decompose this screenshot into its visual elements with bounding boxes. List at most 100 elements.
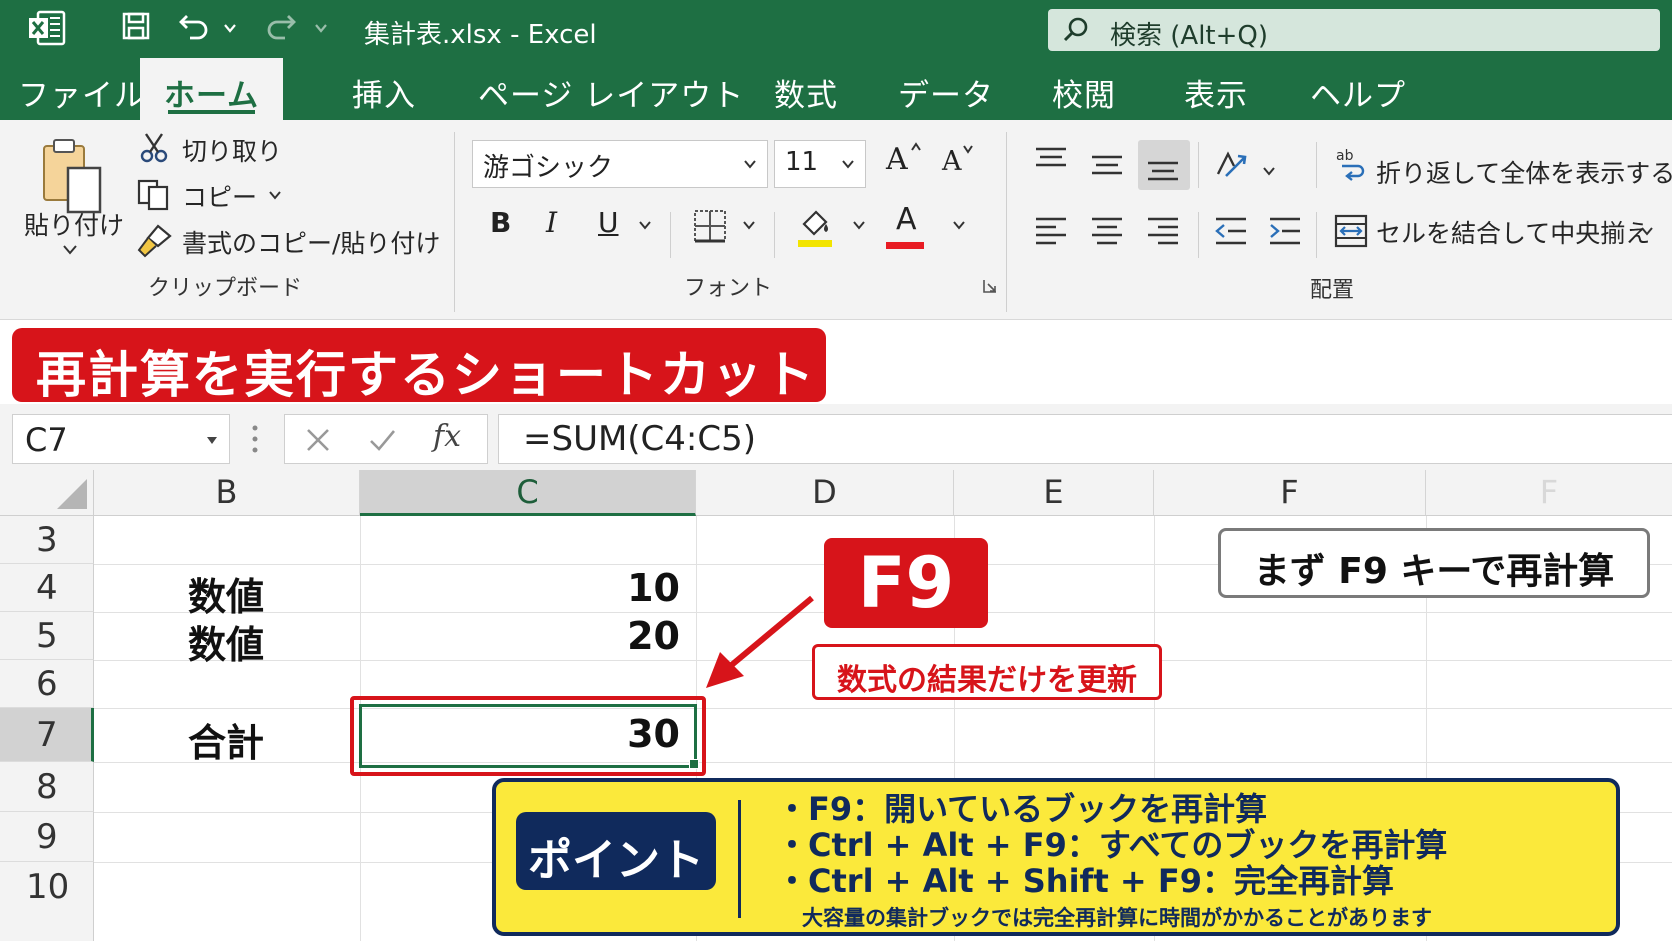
first-hint-text: まず F9 キーで再計算 xyxy=(1253,551,1615,592)
select-all-triangle xyxy=(57,479,87,509)
chevron-down-icon[interactable] xyxy=(852,220,866,230)
tab-view[interactable]: 表示 xyxy=(1184,70,1248,115)
chevron-down-icon[interactable] xyxy=(222,20,238,36)
cut-button[interactable]: 切り取り xyxy=(182,132,282,168)
column-header-g[interactable]: F xyxy=(1426,470,1672,516)
banner-text: 再計算を実行するショートカット xyxy=(36,346,816,404)
paste-button-label[interactable]: 貼り付け xyxy=(24,206,124,242)
chevron-down-icon[interactable] xyxy=(742,220,756,230)
divider xyxy=(1198,212,1199,258)
fill-handle[interactable] xyxy=(689,759,699,769)
title-bar: 集計表.xlsx - Excel 検索 (Alt+Q) xyxy=(0,0,1672,58)
row-header-3[interactable]: 3 xyxy=(0,516,94,564)
font-color-swatch xyxy=(886,242,924,249)
chevron-down-icon xyxy=(842,160,854,169)
italic-button[interactable]: I xyxy=(546,206,557,239)
font-color-button[interactable]: A xyxy=(896,202,917,237)
row-header-9[interactable]: 9 xyxy=(0,812,94,862)
align-left-icon[interactable] xyxy=(1034,216,1068,246)
more-icon[interactable] xyxy=(248,422,262,456)
point-line-3: ・Ctrl + Alt + Shift + F9：完全再計算 xyxy=(776,862,1394,900)
align-center-icon[interactable] xyxy=(1090,216,1124,246)
merge-center-button[interactable]: セルを結合して中央揃え xyxy=(1376,214,1650,250)
name-box[interactable]: C7 xyxy=(12,414,230,464)
row-header-7[interactable]: 7 xyxy=(0,708,94,762)
bold-button[interactable]: B xyxy=(490,206,511,239)
increase-indent-icon[interactable] xyxy=(1268,216,1302,246)
tab-home[interactable]: ホーム xyxy=(140,58,284,120)
tab-page-layout[interactable]: ページ レイアウト xyxy=(478,70,744,115)
row-header-10[interactable]: 10 xyxy=(0,862,94,941)
wrap-text-button[interactable]: 折り返して全体を表示する xyxy=(1376,154,1672,190)
format-painter-button[interactable]: 書式のコピー/貼り付け xyxy=(182,224,440,260)
column-header-f[interactable]: F xyxy=(1154,470,1426,516)
gridline xyxy=(94,762,1672,763)
paintbrush-icon[interactable] xyxy=(136,224,172,258)
excel-logo-icon[interactable] xyxy=(28,10,66,46)
tab-review[interactable]: 校閲 xyxy=(1052,70,1116,115)
search-icon xyxy=(1063,17,1088,42)
font-size-value: 11 xyxy=(785,147,819,177)
chevron-down-icon[interactable] xyxy=(1262,166,1276,176)
redo-icon[interactable] xyxy=(265,10,297,42)
column-header-d[interactable]: D xyxy=(696,470,954,516)
paint-bucket-icon[interactable] xyxy=(796,206,834,248)
undo-icon[interactable] xyxy=(178,10,210,42)
chevron-down-icon[interactable] xyxy=(952,220,966,230)
scissors-icon[interactable] xyxy=(138,132,170,164)
underline-button[interactable]: U xyxy=(598,206,619,239)
select-all-button[interactable] xyxy=(0,470,94,516)
wrap-text-icon[interactable]: ab xyxy=(1334,146,1368,182)
align-top-icon[interactable] xyxy=(1034,146,1068,172)
chevron-down-icon[interactable] xyxy=(638,220,652,230)
row-header-8[interactable]: 8 xyxy=(0,762,94,812)
shrink-font-button[interactable]: A xyxy=(942,146,962,177)
point-box: ポイント ・F9：開いているブックを再計算 ・Ctrl + Alt + F9：す… xyxy=(492,778,1620,936)
formula-value: =SUM(C4:C5) xyxy=(523,419,757,459)
ribbon-home: 貼り付け 切り取り コピー 書式のコピー/貼り付け クリップボード 游ゴシック … xyxy=(0,120,1672,320)
cell-b5[interactable]: 数値 xyxy=(188,614,264,669)
cell-c5[interactable]: 20 xyxy=(600,614,680,658)
borders-icon[interactable] xyxy=(692,208,728,244)
group-divider xyxy=(454,132,455,312)
decrease-indent-icon[interactable] xyxy=(1214,216,1248,246)
formula-buttons: fx xyxy=(284,414,488,464)
column-header-c[interactable]: C xyxy=(360,470,696,516)
chevron-down-icon[interactable] xyxy=(268,190,282,200)
row-header-4[interactable]: 4 xyxy=(0,564,94,612)
cell-c4[interactable]: 10 xyxy=(600,566,680,610)
align-middle-icon[interactable] xyxy=(1090,154,1124,180)
tab-formulas[interactable]: 数式 xyxy=(774,70,838,115)
chevron-down-icon[interactable] xyxy=(1640,226,1654,236)
chevron-down-icon[interactable] xyxy=(313,20,329,36)
chevron-down-icon[interactable] xyxy=(62,244,78,256)
grow-font-button[interactable]: A xyxy=(886,142,908,177)
column-header-e[interactable]: E xyxy=(954,470,1154,516)
caret-down-icon xyxy=(207,437,217,444)
tab-insert[interactable]: 挿入 xyxy=(352,70,416,115)
cell-b7[interactable]: 合計 xyxy=(188,712,264,767)
font-size-select[interactable]: 11 xyxy=(774,140,866,188)
copy-button[interactable]: コピー xyxy=(182,178,257,214)
check-icon[interactable] xyxy=(367,425,397,455)
cell-b4[interactable]: 数値 xyxy=(188,566,264,621)
font-name-select[interactable]: 游ゴシック xyxy=(472,140,768,188)
copy-icon[interactable] xyxy=(136,178,172,212)
row-header-5[interactable]: 5 xyxy=(0,612,94,660)
row-header-6[interactable]: 6 xyxy=(0,660,94,708)
save-icon[interactable] xyxy=(120,10,152,42)
document-title: 集計表.xlsx - Excel xyxy=(364,20,597,50)
tab-help[interactable]: ヘルプ xyxy=(1310,70,1406,115)
dialog-launcher-icon[interactable] xyxy=(982,278,998,294)
merge-center-icon[interactable] xyxy=(1334,214,1368,248)
insert-function-button[interactable]: fx xyxy=(433,419,461,454)
search-input[interactable]: 検索 (Alt+Q) xyxy=(1048,9,1660,51)
column-header-b[interactable]: B xyxy=(94,470,360,516)
tab-file[interactable]: ファイル xyxy=(18,70,146,115)
text-orientation-icon[interactable] xyxy=(1212,146,1248,182)
close-icon[interactable] xyxy=(303,425,333,455)
point-note: 大容量の集計ブックでは完全再計算に時間がかかることがあります xyxy=(802,906,1432,930)
align-right-icon[interactable] xyxy=(1146,216,1180,246)
tab-data[interactable]: データ xyxy=(898,70,994,115)
formula-input[interactable]: =SUM(C4:C5) xyxy=(498,414,1672,464)
